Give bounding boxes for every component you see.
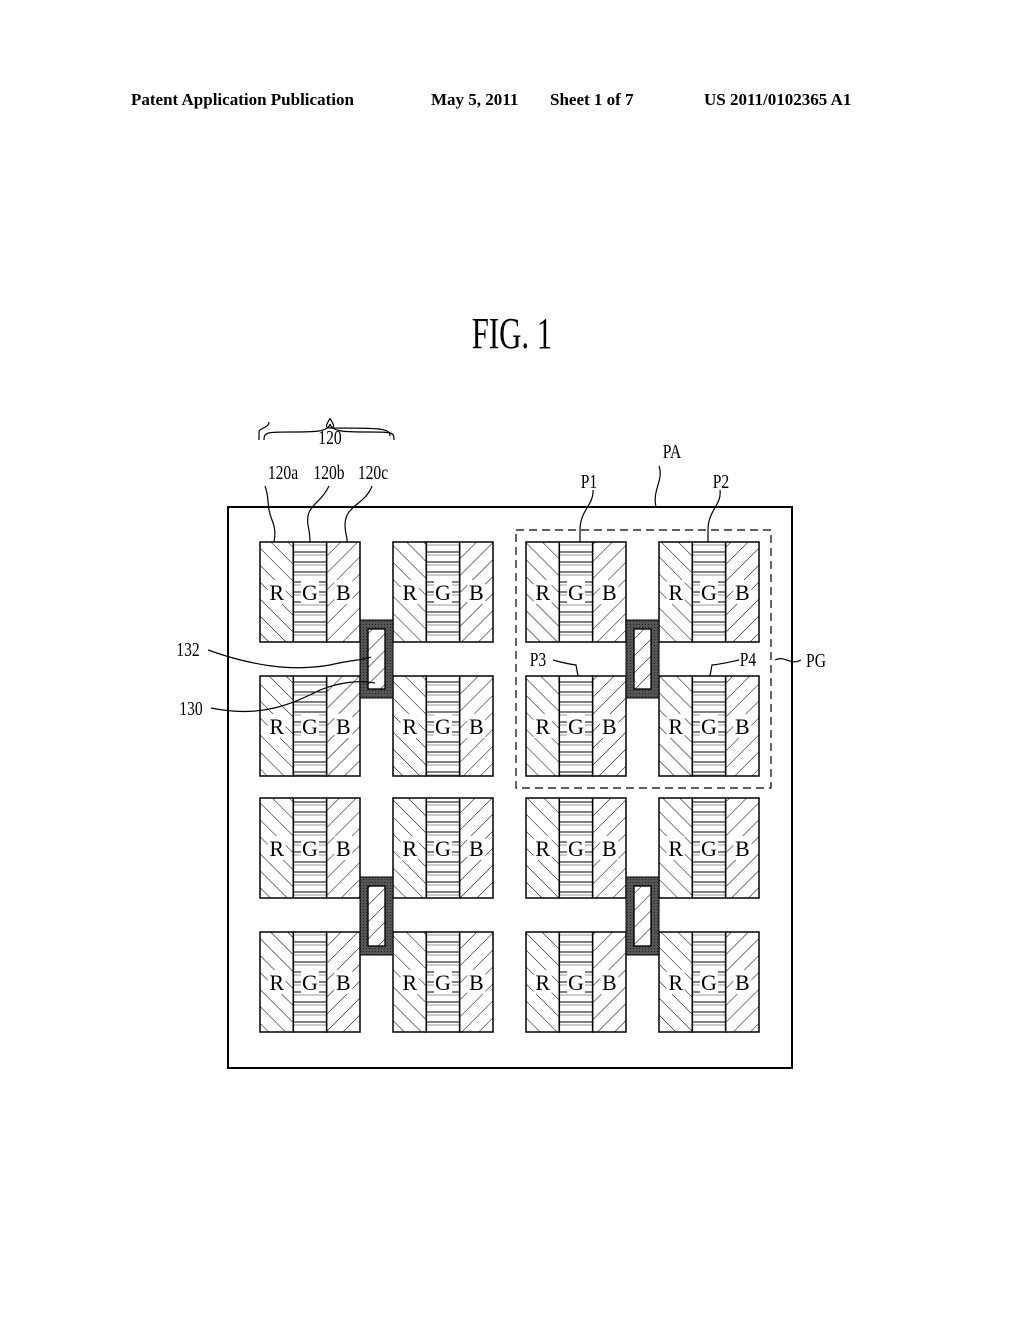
subpixel-letter: B (336, 714, 351, 739)
contact-hole (633, 885, 652, 947)
contact-hole (367, 628, 386, 690)
subpixel-letter: G (435, 714, 451, 739)
subpixel-letter: B (469, 714, 484, 739)
pixel: RGB (259, 797, 361, 899)
pixel: RGB (658, 931, 760, 1033)
contact-pad (359, 876, 394, 956)
leader-120a (264, 485, 276, 543)
pixel: RGB (658, 541, 760, 643)
subpixel-letter: R (269, 714, 284, 739)
contact-pad (625, 619, 660, 699)
pixel: RGB (392, 675, 494, 777)
subpixel-letter: B (735, 580, 750, 605)
label-130: 130 (179, 697, 202, 719)
subpixel-letter: B (602, 970, 617, 995)
subpixel-letter: B (735, 970, 750, 995)
subpixel-letter: B (469, 580, 484, 605)
pixel: RGB (658, 675, 760, 777)
subpixel-letter: B (336, 836, 351, 861)
contact-hole (633, 628, 652, 690)
subpixel-letter: G (701, 714, 717, 739)
leader-PG (774, 658, 802, 663)
label-132: 132 (176, 638, 199, 660)
subpixel-letter: R (402, 970, 417, 995)
leader-P1 (579, 489, 594, 542)
subpixel-letter: B (735, 836, 750, 861)
subpixel-letter: G (302, 580, 318, 605)
subpixel-letter: G (435, 580, 451, 605)
subpixel-letter: G (302, 714, 318, 739)
subpixel-letter: R (269, 580, 284, 605)
leader-120b (307, 485, 330, 543)
label-P1: P1 (581, 470, 597, 492)
subpixel-letter: B (602, 714, 617, 739)
pixel: RGB (259, 675, 361, 777)
subpixel-letter: R (535, 580, 550, 605)
leader-132 (207, 649, 372, 669)
subpixel-letter: G (701, 580, 717, 605)
subpixel-letter: B (602, 580, 617, 605)
pixel: RGB (392, 931, 494, 1033)
subpixel-letter: R (535, 836, 550, 861)
label-PA: PA (663, 440, 682, 462)
figure-diagram: R G B R G B R G B R G BR G B R G B R G B R G BR G B R G B R G B R G BR G B R… (176, 417, 826, 1069)
subpixel-letter: R (402, 580, 417, 605)
label-120b: 120b (313, 461, 344, 483)
subpixel-letter: G (435, 970, 451, 995)
pixel: RGB (525, 541, 627, 643)
subpixel-letter: R (402, 714, 417, 739)
subpixel-letter: R (269, 970, 284, 995)
label-120c: 120c (358, 461, 388, 483)
pixel: RGB (525, 797, 627, 899)
label-120a: 120a (268, 461, 298, 483)
subpixel-letter: R (269, 836, 284, 861)
subpixel-letter: B (336, 970, 351, 995)
contact-hole (367, 885, 386, 947)
leader-P2 (707, 489, 721, 542)
pixel: RGB (525, 675, 627, 777)
subpixel-letter: B (469, 836, 484, 861)
subpixel-letter: R (535, 970, 550, 995)
subpixel-letter: G (568, 714, 584, 739)
subpixel-letter: G (302, 836, 318, 861)
subpixel-letter: B (735, 714, 750, 739)
subpixel-letter: R (535, 714, 550, 739)
subpixel-letter: G (568, 970, 584, 995)
subpixel-letter: R (668, 580, 683, 605)
subpixel-letter: G (568, 836, 584, 861)
subpixel-letter: R (668, 970, 683, 995)
subpixel-letter: G (435, 836, 451, 861)
subpixel-letter: G (302, 970, 318, 995)
pixel: RGB (392, 541, 494, 643)
leader-P4 (709, 659, 740, 677)
pixel: RGB (259, 541, 361, 643)
pixel: RGB (259, 931, 361, 1033)
subpixel-letter: B (602, 836, 617, 861)
subpixel-letter: B (469, 970, 484, 995)
pixel: RGB (525, 931, 627, 1033)
pixel: RGB (658, 797, 760, 899)
label-P2: P2 (713, 470, 729, 492)
label-P4: P4 (740, 648, 756, 670)
contact-pad (625, 876, 660, 956)
subpixel-letter: R (402, 836, 417, 861)
leader-PA (654, 465, 661, 508)
subpixel-letter: B (336, 580, 351, 605)
subpixel-letter: G (568, 580, 584, 605)
leader-120c (344, 485, 373, 543)
leader-P3 (552, 659, 579, 677)
subpixel-letter: R (668, 836, 683, 861)
subpixel-letter: G (701, 970, 717, 995)
label-PG: PG (806, 649, 826, 671)
subpixel-letter: R (668, 714, 683, 739)
label-120: 120 (318, 426, 341, 448)
pixel: RGB (392, 797, 494, 899)
label-P3: P3 (530, 648, 546, 670)
subpixel-letter: G (701, 836, 717, 861)
